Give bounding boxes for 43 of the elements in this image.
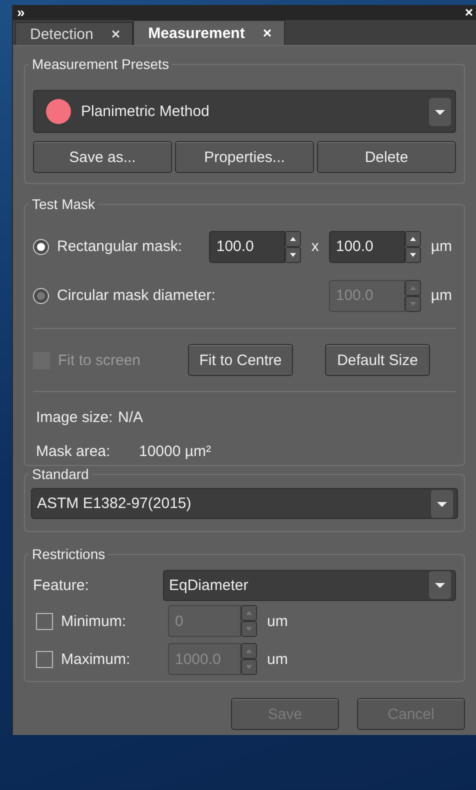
- number-field[interactable]: 100.0: [209, 230, 286, 262]
- limit-label: Maximum:: [61, 650, 132, 668]
- expand-glyph[interactable]: »: [17, 5, 25, 20]
- dropdown-caret-icon[interactable]: [429, 571, 451, 599]
- info-label: Image size:: [36, 408, 114, 426]
- feature-dropdown[interactable]: EqDiameter: [163, 570, 456, 600]
- unit-label: µm: [430, 238, 452, 255]
- tab[interactable]: Detection ×: [15, 22, 134, 45]
- group-title: Restrictions: [31, 546, 106, 562]
- unit-label: um: [267, 650, 288, 668]
- group-title: Standard: [31, 466, 90, 482]
- spin-arrows-icon[interactable]: [285, 230, 302, 262]
- group-title: Test Mask: [31, 196, 96, 212]
- default-size-button[interactable]: Default Size: [325, 344, 430, 376]
- info-value: N/A: [118, 408, 144, 426]
- preset-button[interactable]: Properties...: [175, 141, 314, 173]
- close-glyph[interactable]: ×: [464, 5, 473, 20]
- feature-label: Feature:: [33, 576, 90, 594]
- unit-label: um: [267, 612, 288, 630]
- option-label: Circular mask diameter:: [57, 287, 216, 304]
- tab-close-glyph[interactable]: ×: [262, 24, 272, 42]
- info-label: Mask area:: [36, 442, 112, 460]
- times-sign: x: [311, 238, 319, 255]
- option-label: Rectangular mask:: [57, 238, 184, 255]
- checkbox-label: Fit to screen: [58, 352, 142, 368]
- group-title: Measurement Presets: [31, 56, 170, 72]
- tab-close-glyph[interactable]: ×: [111, 26, 120, 42]
- tab[interactable]: Measurement ×: [133, 20, 285, 45]
- preset-dropdown[interactable]: Planimetric Method: [33, 90, 456, 133]
- tab-label: Measurement: [148, 24, 245, 42]
- radio-button[interactable]: [33, 238, 49, 254]
- dropdown-caret-icon[interactable]: [431, 490, 453, 518]
- info-value: 10000 µm²: [139, 442, 212, 460]
- preset-button[interactable]: Save as...: [33, 141, 172, 173]
- number-field[interactable]: 100.0: [328, 230, 405, 262]
- standard-dropdown[interactable]: ASTM E1382-97(2015): [31, 488, 458, 519]
- spin-arrows-icon[interactable]: [404, 230, 421, 262]
- fit-to-centre-button[interactable]: Fit to Centre: [188, 344, 293, 376]
- dropdown-caret-icon[interactable]: [429, 98, 451, 126]
- unit-label: µm: [430, 287, 452, 304]
- tab-label: Detection: [30, 26, 94, 42]
- limit-label: Minimum:: [61, 612, 128, 630]
- preset-button[interactable]: Delete: [317, 141, 456, 173]
